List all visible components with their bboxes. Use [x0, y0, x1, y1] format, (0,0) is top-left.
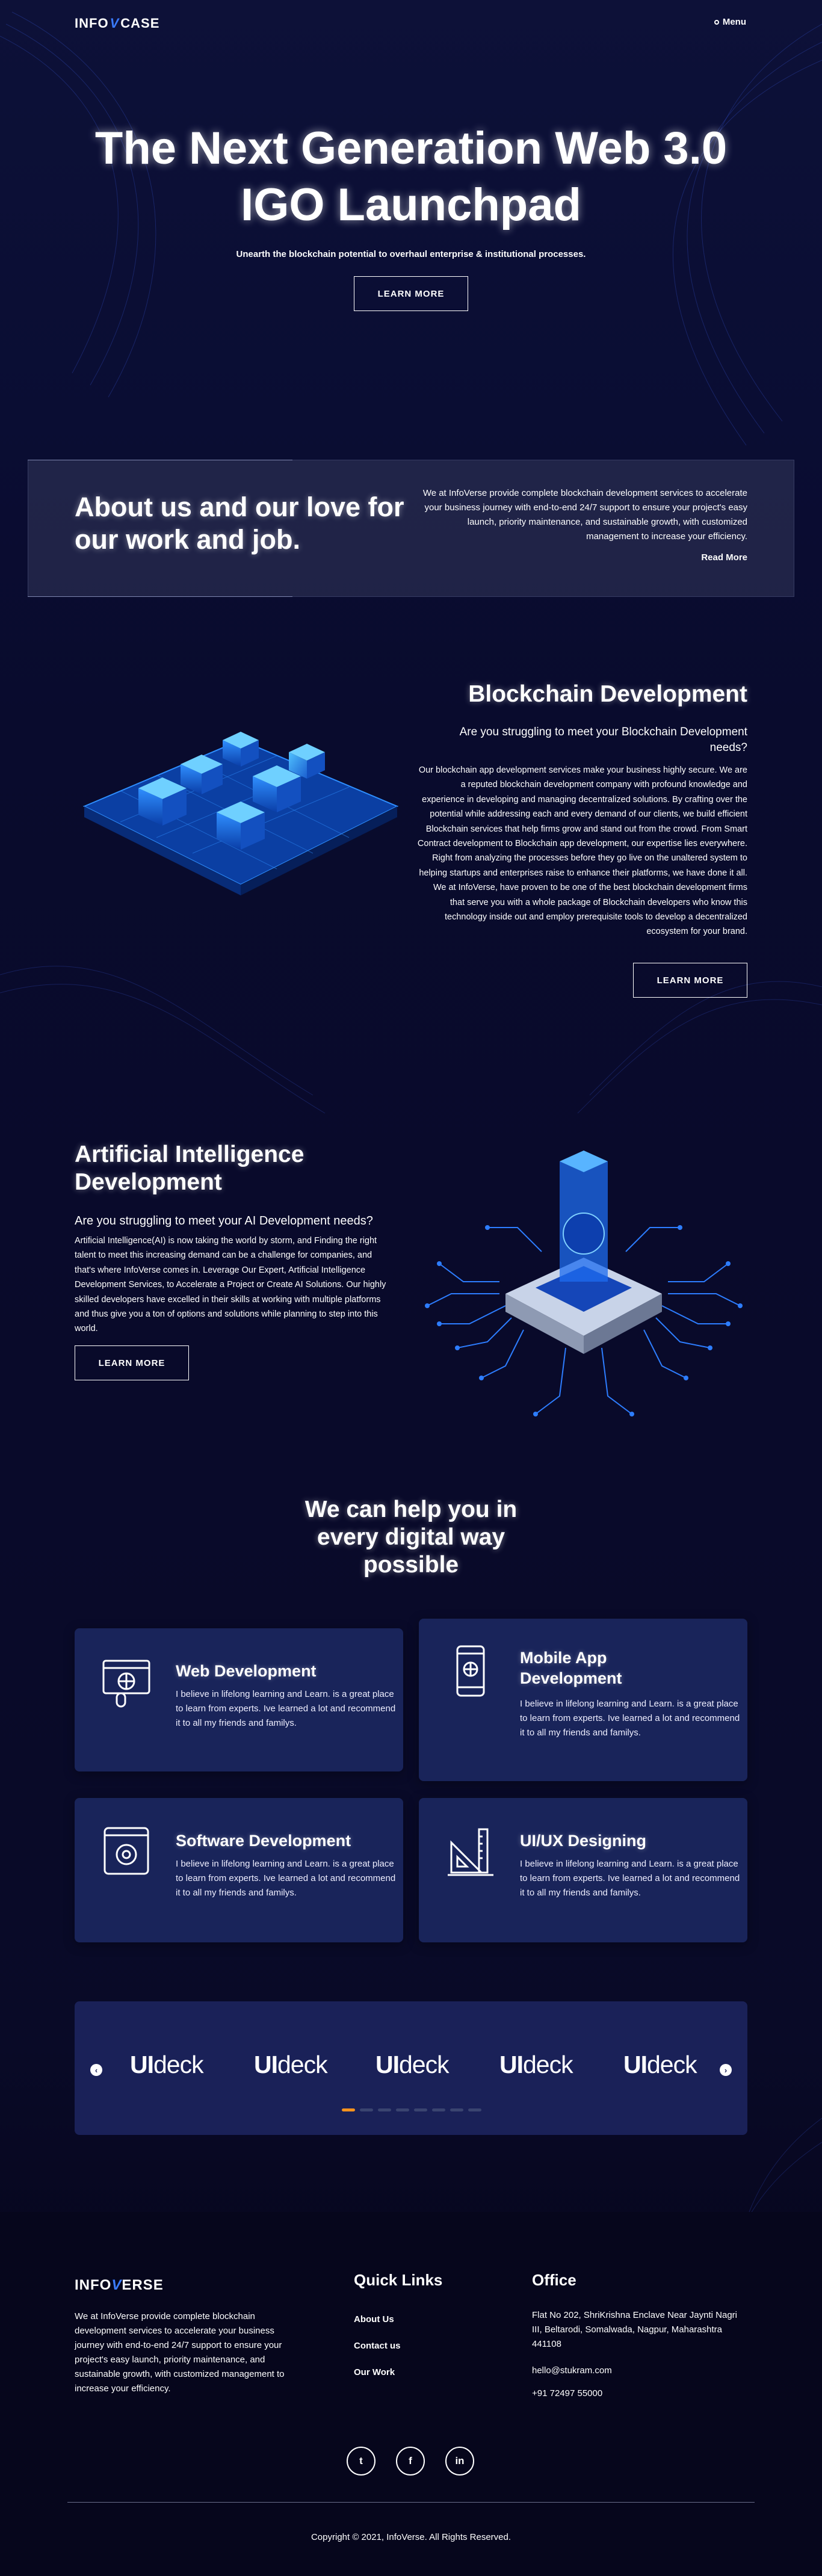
hero-subtitle: Unearth the blockchain potential to over… [236, 249, 586, 259]
brand-logo-text: deck [277, 2051, 328, 2078]
slider-dot[interactable] [342, 2108, 355, 2111]
twitter-icon[interactable]: t [347, 2447, 375, 2476]
brand-logo-text: UI [623, 2051, 647, 2078]
hero-title-line2: IGO Launchpad [241, 179, 581, 230]
footer-logo-v: V [111, 2277, 122, 2293]
footer-logo-right: ERSE [122, 2277, 164, 2293]
service-card-title: Web Development [176, 1662, 317, 1680]
footer-logo[interactable]: INFOVERSE [75, 2277, 164, 2294]
about-read-more-link[interactable]: Read More [701, 552, 747, 563]
hero-title: The Next Generation Web 3.0 IGO Launchpa… [0, 120, 822, 233]
slider-dot[interactable] [432, 2108, 445, 2111]
brand-logo: UIdeck [623, 2051, 697, 2079]
footer-link-about-us[interactable]: About Us [354, 2314, 394, 2324]
slider-dot[interactable] [450, 2108, 463, 2111]
service-card-text: I believe in lifelong learning and Learn… [176, 1689, 396, 1728]
service-card-mobile-app[interactable]: Mobile App Development I believe in life… [419, 1619, 747, 1781]
site-header: INFO V CASE Menu [0, 0, 822, 48]
service-card-software-development[interactable]: Software Development I believe in lifelo… [75, 1798, 403, 1942]
ai-learn-more-button[interactable]: LEARN MORE [75, 1345, 189, 1380]
slider-dot[interactable] [468, 2108, 481, 2111]
slider-dot[interactable] [396, 2108, 409, 2111]
service-card-web-development[interactable]: Web Development I believe in lifelong le… [75, 1628, 403, 1771]
blockchain-text: Our blockchain app development services … [417, 765, 747, 937]
footer-quick-links-title: Quick Links [354, 2271, 443, 2289]
footer-phone[interactable]: +91 72497 55000 [532, 2386, 749, 2401]
blockchain-title: Blockchain Development [468, 681, 747, 707]
brand-logo: UIdeck [499, 2051, 573, 2079]
brand-logo-text: deck [399, 2051, 450, 2078]
footer-logo-left: INFO [75, 2277, 112, 2293]
slider-dot[interactable] [378, 2108, 391, 2111]
service-card-text: I believe in lifelong learning and Learn… [520, 1859, 740, 1898]
web-development-icon [102, 1660, 150, 1708]
services-title: We can help you in every digital way pos… [304, 1496, 518, 1578]
logo-v-mark: V [110, 16, 120, 31]
page: INFO V CASE Menu The Next Generation Web… [0, 0, 822, 2576]
slider-dot[interactable] [414, 2108, 427, 2111]
footer-divider [67, 2502, 755, 2503]
menu-label: Menu [722, 17, 746, 27]
brand-logo-text: UI [499, 2051, 524, 2078]
slider-pagination [342, 2108, 481, 2111]
about-text: We at InfoVerse provide complete blockch… [422, 488, 747, 542]
hero-learn-more-button[interactable]: LEARN MORE [354, 276, 468, 311]
mobile-app-icon [456, 1645, 485, 1697]
footer-address: Flat No 202, ShriKrishna Enclave Near Ja… [532, 2310, 737, 2349]
brand-logo-text: UI [130, 2051, 154, 2078]
brand-logo-text: UI [375, 2051, 400, 2078]
linkedin-icon[interactable]: in [445, 2447, 474, 2476]
service-card-ui-ux-designing[interactable]: UI/UX Designing I believe in lifelong le… [419, 1798, 747, 1942]
blockchain-question: Are you struggling to meet your Blockcha… [459, 726, 747, 754]
brand-logo: UIdeck [254, 2051, 328, 2079]
service-card-text: I believe in lifelong learning and Learn… [176, 1859, 396, 1898]
service-card-title: Mobile App Development [520, 1649, 622, 1687]
logo-text-left: INFO [75, 16, 109, 31]
brand-logo-text: deck [523, 2051, 573, 2078]
service-card-text: I believe in lifelong learning and Learn… [520, 1699, 740, 1738]
ai-question: Are you struggling to meet your AI Devel… [75, 1214, 373, 1228]
hero-title-line1: The Next Generation Web 3.0 [94, 123, 728, 174]
service-card-title: UI/UX Designing [520, 1832, 647, 1850]
ai-title: Artificial Intelligence Development [75, 1141, 304, 1195]
ai-chip-illustration [425, 1151, 743, 1416]
blockchain-learn-more-button[interactable]: LEARN MORE [633, 963, 747, 998]
brand-logo-text: deck [647, 2051, 697, 2078]
service-card-title: Software Development [176, 1832, 351, 1850]
footer-link-contact-us[interactable]: Contact us [354, 2341, 401, 2351]
copyright-text: Copyright © 2021, InfoVerse. All Rights … [311, 2532, 511, 2542]
slider-next-arrow-icon[interactable]: › [720, 2064, 732, 2076]
ai-text: Artificial Intelligence(AI) is now takin… [75, 1236, 386, 1334]
blockchain-illustration [82, 732, 399, 895]
footer-about-text: We at InfoVerse provide complete blockch… [75, 2311, 285, 2394]
logo-text-right: CASE [120, 16, 160, 31]
menu-icon [714, 19, 719, 25]
footer-link-our-work[interactable]: Our Work [354, 2367, 395, 2377]
ui-ux-design-icon [448, 1828, 493, 1876]
brand-logo: UIdeck [375, 2051, 450, 2079]
footer-email[interactable]: hello@stukram.com [532, 2364, 749, 2378]
software-development-icon [104, 1827, 149, 1875]
about-title: About us and our love for our work and j… [75, 492, 404, 555]
menu-button[interactable]: Menu [714, 17, 746, 27]
slider-dot[interactable] [360, 2108, 373, 2111]
slider-prev-arrow-icon[interactable]: ‹ [90, 2064, 102, 2076]
site-logo[interactable]: INFO V CASE [75, 16, 159, 31]
footer-office-title: Office [532, 2271, 576, 2289]
brand-logo: UIdeck [130, 2051, 204, 2079]
brand-logo-text: deck [153, 2051, 204, 2078]
about-divider-line [28, 596, 292, 597]
brand-slider: ‹ UIdeck UIdeck UIdeck UIdeck UIdeck › [75, 2001, 747, 2135]
facebook-icon[interactable]: f [396, 2447, 425, 2476]
brand-logo-text: UI [254, 2051, 278, 2078]
